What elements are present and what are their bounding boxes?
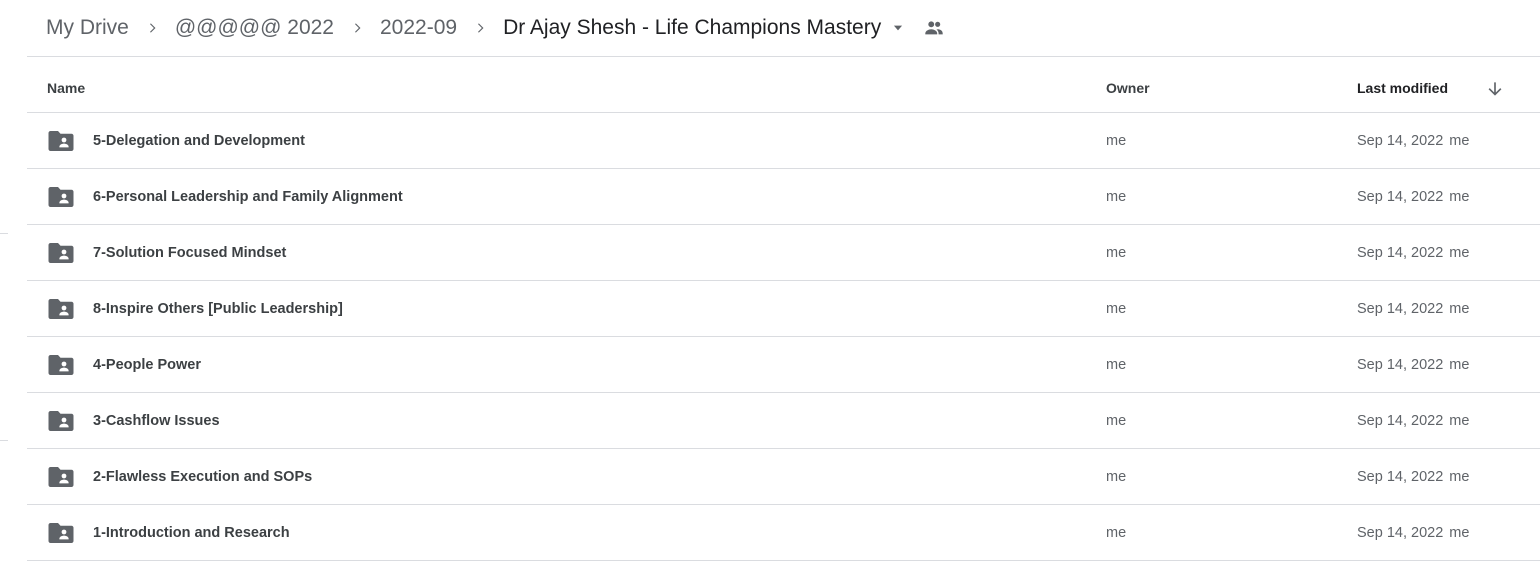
shared-folder-icon bbox=[48, 129, 74, 153]
modified-date: Sep 14, 2022 bbox=[1357, 133, 1444, 149]
file-name[interactable]: 3-Cashflow Issues bbox=[93, 393, 220, 449]
file-list-header: Name Owner Last modified bbox=[27, 57, 1540, 113]
breadcrumb-my-drive[interactable]: My Drive bbox=[46, 10, 129, 46]
file-owner: me bbox=[1106, 469, 1127, 485]
file-name[interactable]: 1-Introduction and Research bbox=[93, 505, 290, 561]
drive-folder-view: My Drive @@@@@ 2022 2022-09 Dr Ajay Shes… bbox=[0, 0, 1540, 580]
modified-by: me bbox=[1449, 245, 1470, 261]
table-row[interactable]: 2-Flawless Execution and SOPs me Sep 14,… bbox=[27, 449, 1540, 505]
file-name[interactable]: 5-Delegation and Development bbox=[93, 113, 305, 169]
modified-date: Sep 14, 2022 bbox=[1357, 413, 1444, 429]
caret-down-icon[interactable] bbox=[881, 21, 915, 35]
chevron-right-icon bbox=[334, 21, 380, 35]
modified-date: Sep 14, 2022 bbox=[1357, 189, 1444, 205]
file-last-modified: Sep 14, 2022 me bbox=[1357, 225, 1469, 281]
breadcrumb-current-folder[interactable]: Dr Ajay Shesh - Life Champions Mastery bbox=[503, 10, 881, 46]
file-owner: me bbox=[1106, 525, 1127, 541]
shared-folder-icon bbox=[48, 353, 74, 377]
file-last-modified: Sep 14, 2022 me bbox=[1357, 393, 1469, 449]
file-last-modified: Sep 14, 2022 me bbox=[1357, 169, 1469, 225]
modified-by: me bbox=[1449, 413, 1470, 429]
people-icon[interactable] bbox=[919, 17, 949, 39]
edge-divider bbox=[0, 233, 8, 234]
modified-date: Sep 14, 2022 bbox=[1357, 245, 1444, 261]
shared-folder-icon bbox=[48, 465, 74, 489]
file-last-modified: Sep 14, 2022 me bbox=[1357, 281, 1469, 337]
modified-by: me bbox=[1449, 525, 1470, 541]
file-owner: me bbox=[1106, 245, 1127, 261]
file-list: Name Owner Last modified 5-Delegation an… bbox=[27, 57, 1540, 561]
table-row[interactable]: 5-Delegation and Development me Sep 14, … bbox=[27, 113, 1540, 169]
column-header-name[interactable]: Name bbox=[47, 57, 85, 120]
column-header-last-modified[interactable]: Last modified bbox=[1357, 57, 1448, 120]
shared-folder-icon bbox=[48, 521, 74, 545]
file-name[interactable]: 8-Inspire Others [Public Leadership] bbox=[93, 281, 343, 337]
file-owner: me bbox=[1106, 301, 1127, 317]
file-last-modified: Sep 14, 2022 me bbox=[1357, 113, 1469, 169]
file-last-modified: Sep 14, 2022 me bbox=[1357, 505, 1469, 561]
breadcrumb: My Drive @@@@@ 2022 2022-09 Dr Ajay Shes… bbox=[46, 10, 949, 46]
breadcrumb-month-folder[interactable]: 2022-09 bbox=[380, 10, 457, 46]
file-owner: me bbox=[1106, 133, 1127, 149]
modified-date: Sep 14, 2022 bbox=[1357, 469, 1444, 485]
modified-date: Sep 14, 2022 bbox=[1357, 525, 1444, 541]
file-owner: me bbox=[1106, 413, 1127, 429]
modified-by: me bbox=[1449, 133, 1470, 149]
table-row[interactable]: 4-People Power me Sep 14, 2022 me bbox=[27, 337, 1540, 393]
table-row[interactable]: 6-Personal Leadership and Family Alignme… bbox=[27, 169, 1540, 225]
modified-by: me bbox=[1449, 357, 1470, 373]
table-row[interactable]: 1-Introduction and Research me Sep 14, 2… bbox=[27, 505, 1540, 561]
file-name[interactable]: 6-Personal Leadership and Family Alignme… bbox=[93, 169, 403, 225]
file-last-modified: Sep 14, 2022 me bbox=[1357, 337, 1469, 393]
file-name[interactable]: 2-Flawless Execution and SOPs bbox=[93, 449, 312, 505]
shared-folder-icon bbox=[48, 409, 74, 433]
modified-by: me bbox=[1449, 189, 1470, 205]
edge-divider bbox=[0, 440, 8, 441]
column-header-owner[interactable]: Owner bbox=[1106, 57, 1150, 120]
file-name[interactable]: 7-Solution Focused Mindset bbox=[93, 225, 286, 281]
file-last-modified: Sep 14, 2022 me bbox=[1357, 449, 1469, 505]
modified-by: me bbox=[1449, 301, 1470, 317]
arrow-down-icon[interactable] bbox=[1485, 79, 1505, 99]
file-owner: me bbox=[1106, 357, 1127, 373]
chevron-right-icon bbox=[129, 21, 175, 35]
table-row[interactable]: 7-Solution Focused Mindset me Sep 14, 20… bbox=[27, 225, 1540, 281]
file-owner: me bbox=[1106, 189, 1127, 205]
modified-date: Sep 14, 2022 bbox=[1357, 357, 1444, 373]
breadcrumb-year-folder[interactable]: @@@@@ 2022 bbox=[175, 10, 334, 46]
file-name[interactable]: 4-People Power bbox=[93, 337, 201, 393]
table-row[interactable]: 8-Inspire Others [Public Leadership] me … bbox=[27, 281, 1540, 337]
shared-folder-icon bbox=[48, 185, 74, 209]
shared-folder-icon bbox=[48, 297, 74, 321]
shared-folder-icon bbox=[48, 241, 74, 265]
chevron-right-icon bbox=[457, 21, 503, 35]
modified-date: Sep 14, 2022 bbox=[1357, 301, 1444, 317]
table-row[interactable]: 3-Cashflow Issues me Sep 14, 2022 me bbox=[27, 393, 1540, 449]
modified-by: me bbox=[1449, 469, 1470, 485]
